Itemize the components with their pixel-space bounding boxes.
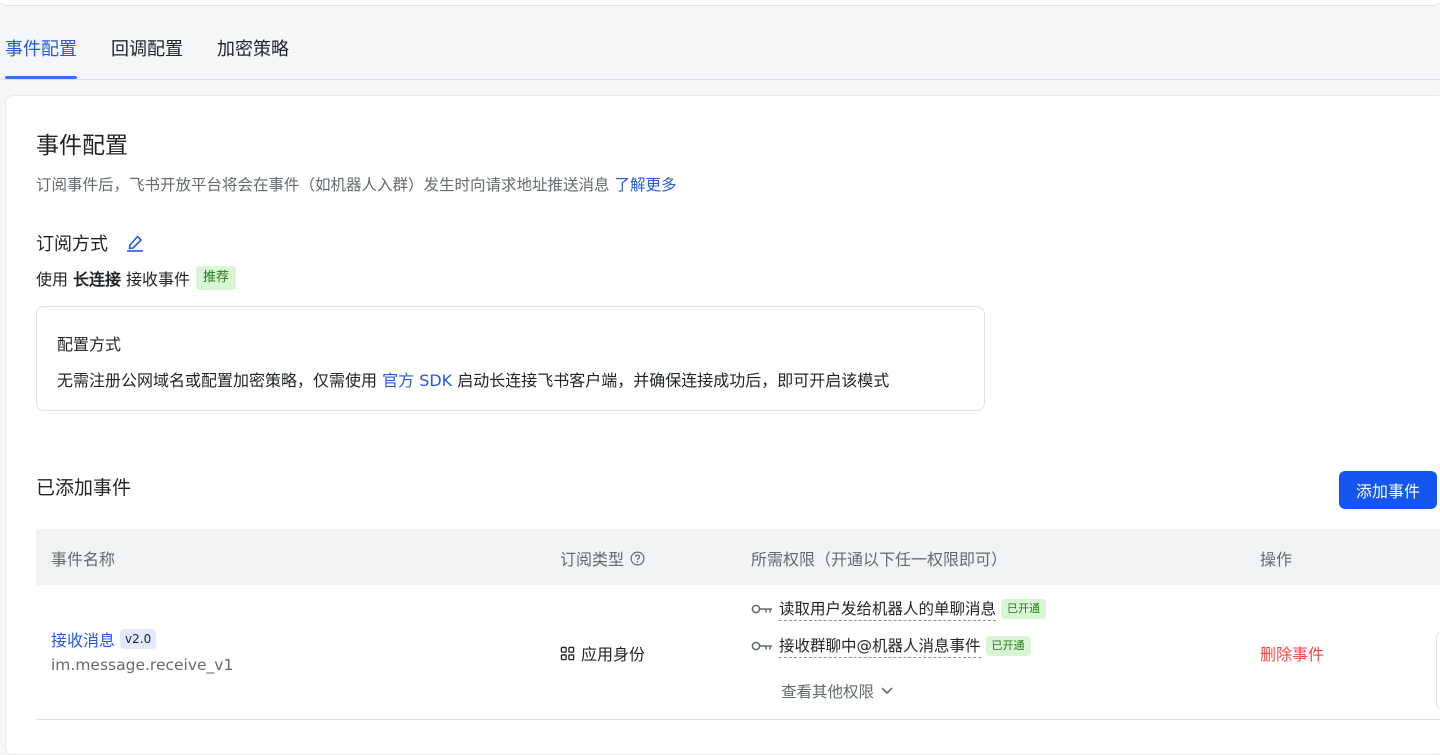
learn-more-link[interactable]: 了解更多 (614, 176, 676, 194)
view-more-permissions[interactable]: 查看其他权限 (781, 680, 894, 702)
key-icon (751, 640, 773, 652)
permission-item: 接收群聊中@机器人消息事件 已开通 (751, 634, 1031, 658)
column-header-action: 操作 (1260, 550, 1293, 569)
permission-item: 读取用户发给机器人的单聊消息 已开通 (751, 597, 1047, 621)
subscription-heading: 订阅方式 (36, 230, 144, 256)
top-bar (0, 0, 1440, 6)
column-header-event-name: 事件名称 (51, 550, 116, 569)
version-badge: v2.0 (120, 629, 157, 649)
view-more-label: 查看其他权限 (781, 683, 875, 701)
event-config-card: 事件配置 订阅事件后，飞书开放平台将会在事件（如机器人入群）发生时向请求地址推送… (5, 95, 1440, 755)
event-name: 接收消息 (51, 631, 116, 650)
app-grid-icon (560, 646, 575, 661)
page-description: 订阅事件后，飞书开放平台将会在事件（如机器人入群）发生时向请求地址推送消息 了解… (36, 173, 676, 195)
mode-name: 长连接 (73, 270, 122, 289)
column-header-permissions: 所需权限（开通以下任一权限即可） (751, 550, 1008, 569)
delete-event-button[interactable]: 删除事件 (1260, 641, 1324, 665)
permission-status-badge: 已开通 (1001, 599, 1047, 619)
tab-callback-config[interactable]: 回调配置 (111, 28, 183, 79)
permission-status-badge: 已开通 (985, 636, 1031, 656)
config-box-text: 无需注册公网域名或配置加密策略，仅需使用 官方 SDK 启动长连接飞书客户端，并… (57, 367, 889, 391)
official-sdk-link[interactable]: 官方 SDK (382, 371, 452, 390)
mode-prefix: 使用 (36, 270, 69, 289)
config-text-after: 启动长连接飞书客户端，并确保连接成功后，即可开启该模式 (457, 371, 890, 390)
config-info-box: 配置方式 无需注册公网域名或配置加密策略，仅需使用 官方 SDK 启动长连接飞书… (36, 306, 985, 411)
recommended-badge: 推荐 (196, 266, 237, 290)
tab-event-config[interactable]: 事件配置 (5, 28, 77, 79)
edit-icon[interactable] (126, 234, 144, 252)
table-row: 接收消息 v2.0 im.message.receive_v1 应用身份 读取用… (36, 585, 1440, 720)
config-text-before: 无需注册公网域名或配置加密策略，仅需使用 (57, 371, 378, 390)
config-box-title: 配置方式 (57, 335, 122, 354)
add-event-button[interactable]: 添加事件 (1339, 471, 1437, 509)
mode-suffix: 接收事件 (126, 270, 191, 289)
permission-label[interactable]: 接收群聊中@机器人消息事件 (779, 634, 981, 658)
key-icon (751, 603, 773, 615)
event-id: im.message.receive_v1 (51, 656, 234, 674)
help-circle-icon[interactable] (630, 551, 645, 566)
subscription-type: 应用身份 (560, 641, 645, 665)
tab-bar: 事件配置 回调配置 加密策略 (0, 28, 1440, 80)
description-text: 订阅事件后，飞书开放平台将会在事件（如机器人入群）发生时向请求地址推送消息 (36, 176, 610, 194)
events-table-header: 事件名称 订阅类型 所需权限（开通以下任一权限即可） 操作 (36, 529, 1440, 585)
tab-encryption-strategy[interactable]: 加密策略 (217, 28, 289, 79)
event-name-link[interactable]: 接收消息 v2.0 (51, 627, 157, 651)
subscription-title: 订阅方式 (36, 234, 108, 255)
added-events-title: 已添加事件 (36, 477, 132, 499)
column-header-sub-type: 订阅类型 (560, 546, 645, 570)
subscription-mode: 使用 长连接 接收事件 推荐 (36, 266, 237, 290)
subscription-type-label: 应用身份 (581, 645, 646, 664)
permission-label[interactable]: 读取用户发给机器人的单聊消息 (779, 597, 997, 621)
floating-side-panel[interactable] (1436, 630, 1440, 710)
page-title: 事件配置 (36, 133, 128, 159)
sub-type-header-label: 订阅类型 (560, 550, 625, 569)
chevron-down-icon (880, 684, 894, 698)
